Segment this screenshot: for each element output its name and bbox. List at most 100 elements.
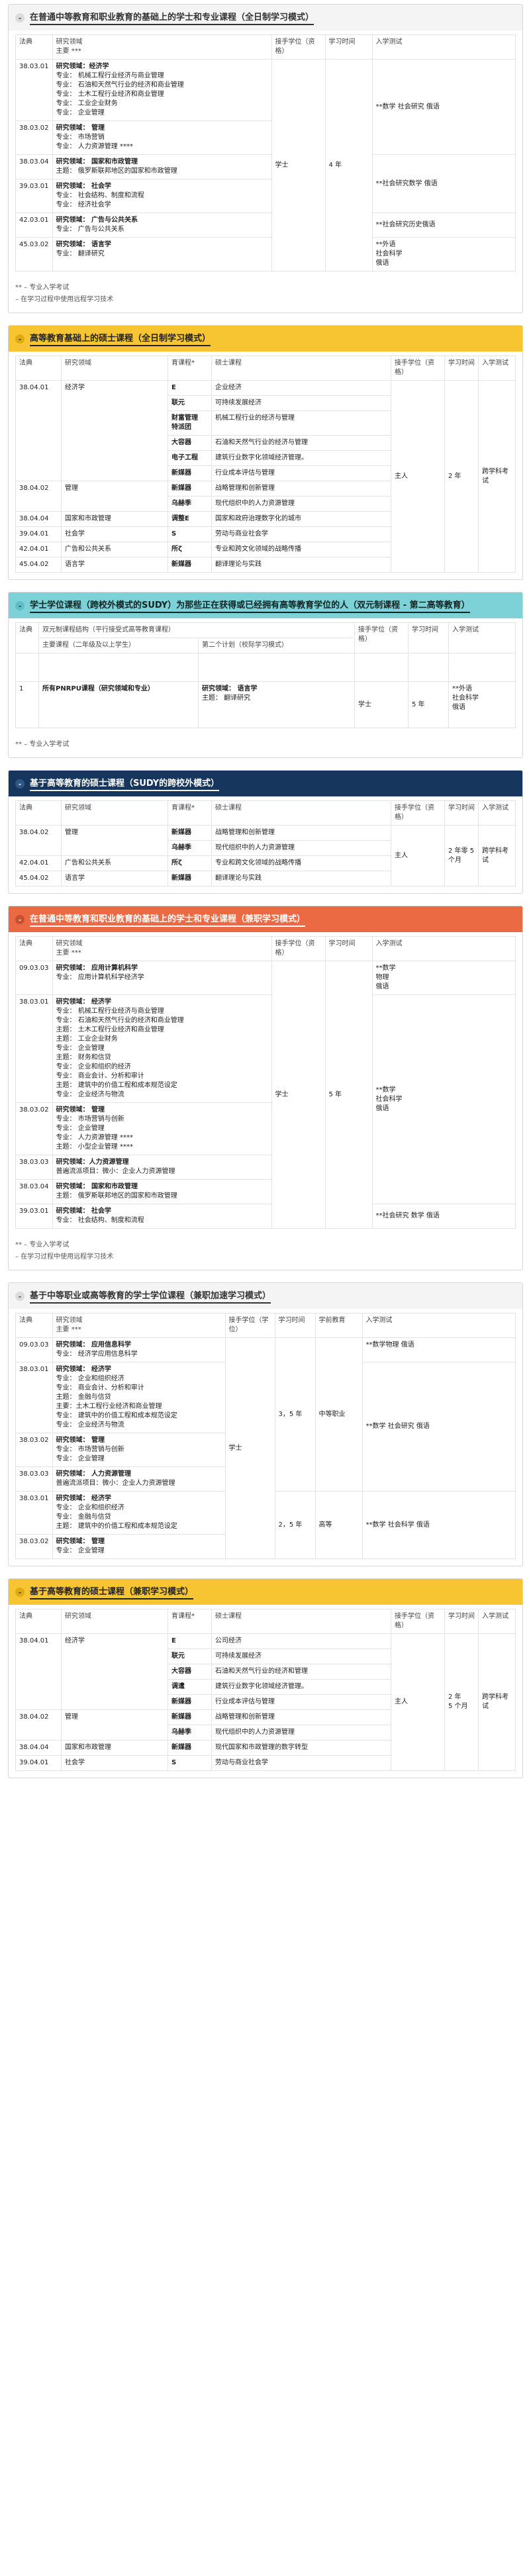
program-tag-cell: 新媒器 [168,465,212,481]
section-notes: ** – 专业入学考试 – 在学习过程中使用远程学习技术 [9,1235,522,1270]
master-program-cell: 建筑行业数字化领域经济管理。 [211,450,391,466]
field-line: 专业： 企业经济与物流 [56,1421,124,1429]
years-cell: 5 年 [408,681,449,728]
table-wrap: 法典 双元制课程结构（平行接受式高等教育课程） 接手学位（资格） 学习时间 入学测试 主要… [9,618,522,735]
code-cell: 38.03.03 [15,1466,53,1492]
field-line: 主题： 建筑中的价值工程和成本规范设定 [56,1523,177,1530]
master-program-cell: 专业和跨文化领域的战略传播 [211,855,391,871]
program-tag-cell: 电子工程 [168,450,212,466]
exam-cell: **社会研究数学 俄语 [371,154,516,213]
exam-cell: 跨学科考试 [478,1633,516,1771]
field-line: 研究领域：经济学 [56,63,109,70]
column-header: 第二个计划（校际学习模式） [198,638,355,653]
section-header[interactable]: ⌄ 学士学位课程（跨校外模式的SUDY）为那些正在获得或已经拥有高等教育学位的人（… [9,593,522,618]
field-line: 研究领域： 国家和市政管理 [56,158,138,166]
code-cell: 38.03.03 [15,1155,53,1180]
field-cell: 研究领域： 国家和市政管理 主题： 俄罗斯联邦地区的国家和市政管理 [52,154,272,179]
program-tag-cell: 所ζ [168,855,212,871]
column-header: 硕士课程 [211,1609,391,1634]
master-program-cell: 公司经济 [211,1633,391,1649]
chevron-down-icon[interactable]: ⌄ [15,13,24,23]
section-title: 在普通中等教育和职业教育的基础上的学士和专业课程（全日制学习模式） [30,10,314,25]
field-line: 专业： 市场营销与创新 [56,1446,124,1453]
column-header: 接手学位（资格） [271,34,326,60]
master-program-cell: 现代国家和市政管理的数字转型 [211,1740,391,1756]
field-cell: 研究领域：经济学 专业： 机械工程行业经济与商业管理 专业： 石油和天然气行业的经济… [52,59,272,121]
note-line: – 在学习过程中使用远程学习技术 [15,296,114,303]
column-header: 学习时间 [274,1313,316,1338]
field-line: 专业： 市场营销与创新 [56,1116,124,1123]
section-notes: ** – 专业入学考试 [9,735,522,757]
code-cell: 39.04.01 [15,1755,62,1771]
program-tag-cell: 乌赫季 [168,840,212,856]
code-cell: 38.03.02 [15,1433,53,1467]
field-line: 专业： 企业经济与物流 [56,1091,124,1098]
program-table: 法典 研究领域 主要 *** 接手学位（资格） 学习时间 入学测试 38.03.01 研究领… [15,34,516,271]
exam-cell: **外语 社会科学 俄语 [371,237,516,271]
chevron-down-icon[interactable]: ⌄ [15,1291,24,1301]
section-header[interactable]: ⌄ 高等教育基础上的硕士课程（全日制学习模式） [9,326,522,352]
field-cell: 研究领域： 管理 专业： 市场营销与创新 专业： 企业管理 专业： 人力资源管理 **… [52,1102,272,1155]
degree-cell: 学士 [271,961,326,1229]
column-header: 研究领域 主要 *** [52,34,272,60]
section-header[interactable]: ⌄ 基于高等教育的硕士课程（SUDY的跨校外模式） [9,771,522,796]
section-header[interactable]: ⌄ 在普通中等教育和职业教育的基础上的学士和专业课程（全日制学习模式） [9,5,522,30]
field-line: 专业： 机械工程行业经济与商业管理 [56,72,164,79]
chevron-down-icon[interactable]: ⌄ [15,914,24,924]
program-tag-cell: 大容器 [168,1664,212,1680]
degree-cell: 主人 [391,380,445,573]
section-header[interactable]: ⌄ 基于高等教育的硕士课程（兼职学习模式） [9,1579,522,1605]
field-line: 研究领域： 经济学 [56,1366,112,1373]
field-line: 专业： 市场营销 [56,134,105,141]
program-tag-cell: S [168,1755,212,1771]
master-program-cell: 专业和跨文化领域的战略传播 [211,542,391,557]
field-line: 专业： 土木工程行业经济和商业管理 [56,91,164,98]
chevron-down-icon[interactable]: ⌄ [15,779,24,788]
field-line: 专业： 应用计算机科学经济学 [56,974,144,981]
program-tag-cell: 调整E [168,511,212,527]
column-header: 双元制课程结构（平行接受式高等教育课程） [38,622,355,638]
base-education-cell: 中等职业 [314,1337,363,1492]
column-header: 研究领域 主要 *** [52,936,272,961]
field-line: 研究领域： 经济学 [56,998,112,1006]
code-cell: 38.03.02 [15,1102,53,1155]
section-header[interactable]: ⌄ 在普通中等教育和职业教育的基础上的学士和专业课程（兼职学习模式） [9,906,522,932]
table-row: 38.04.01 经济学 E 公司经济 主人 2 年 5 个月 跨学科考试 [15,1633,516,1771]
column-header: 入学测试 [478,1609,516,1634]
field-line: 研究领域：人力资源管理 [56,1159,129,1166]
field-cell: 研究领域： 社会学 专业： 社会结构、制度和流程 专业： 经济社会学 [52,179,272,213]
table-row: 38.04.01 经济学 E 企业经济 主人 2 年跨学科考试 [15,380,516,573]
exam-cell: **数学物理 俄语 [362,1337,516,1362]
exam-cell: **数学 社会研究 俄语 [362,1362,516,1492]
field-line: 专业： 工业企业财务 [56,100,118,107]
table-row: 09.03.03 研究领域： 应用计算机科学 专业： 应用计算机科学经济学 学士 5 年… [15,961,516,1229]
column-header: 入学测试 [478,800,516,826]
column-header: 接手学位（资格） [391,1609,445,1634]
section-header[interactable]: ⌄ 基于中等职业或高等教育的学士学位课程（兼职加速学习模式） [9,1283,522,1309]
program-tag-cell: 新媒器 [168,1740,212,1756]
column-header: 法典 [15,622,39,653]
master-program-cell: 国家和政府治理数字化的城市 [211,511,391,527]
program-tag-cell: 新媒器 [168,1694,212,1710]
field-cell: 研究领域： 人力资源管理 普遍流派项目：微小：企业人力资源管理 [52,1466,226,1492]
column-header: 硕士课程 [211,800,391,826]
code-cell: 39.03.01 [15,179,53,213]
column-header: 育课程* [168,1609,212,1634]
chevron-down-icon[interactable]: ⌄ [15,1587,24,1597]
section-card: ⌄ 基于高等教育的硕士课程（兼职学习模式） 法典 研究领域 育课程* 硕士课程 接手学位（资… [8,1578,523,1778]
field-line: 研究领域： 管理 [56,1437,105,1444]
code-cell: 38.04.02 [15,825,62,856]
column-header: 学习时间 [324,936,373,961]
chevron-down-icon[interactable]: ⌄ [15,334,24,344]
column-header: 研究领域 [61,800,168,826]
master-program-cell: 劳动与商业社会学 [211,1755,391,1771]
degree-cell: 学士 [224,1337,275,1559]
chevron-down-icon[interactable]: ⌄ [15,600,24,610]
table-row: 38.03.01 研究领域： 经济学 专业： 机械工程行业经济与商业管理 专业： 石油… [15,994,516,1204]
section-title: 在普通中等教育和职业教育的基础上的学士和专业课程（兼职学习模式） [30,912,306,927]
field-cell: 语言学 [61,557,168,573]
field-line: 专业： 商业会计、分析和审计 [56,1384,144,1392]
code-cell: 45.04.02 [15,871,62,886]
field-cell: 国家和市政管理 [61,1740,168,1756]
code-cell: 42.04.01 [15,542,62,557]
